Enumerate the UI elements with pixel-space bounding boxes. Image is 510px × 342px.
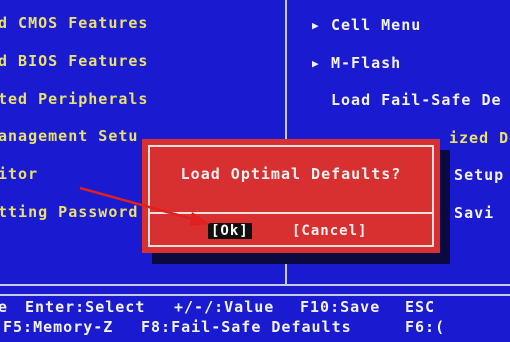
bios-screen: d CMOS Features d BIOS Features ted Peri… — [0, 0, 510, 342]
red-arrow-icon — [79, 186, 210, 226]
